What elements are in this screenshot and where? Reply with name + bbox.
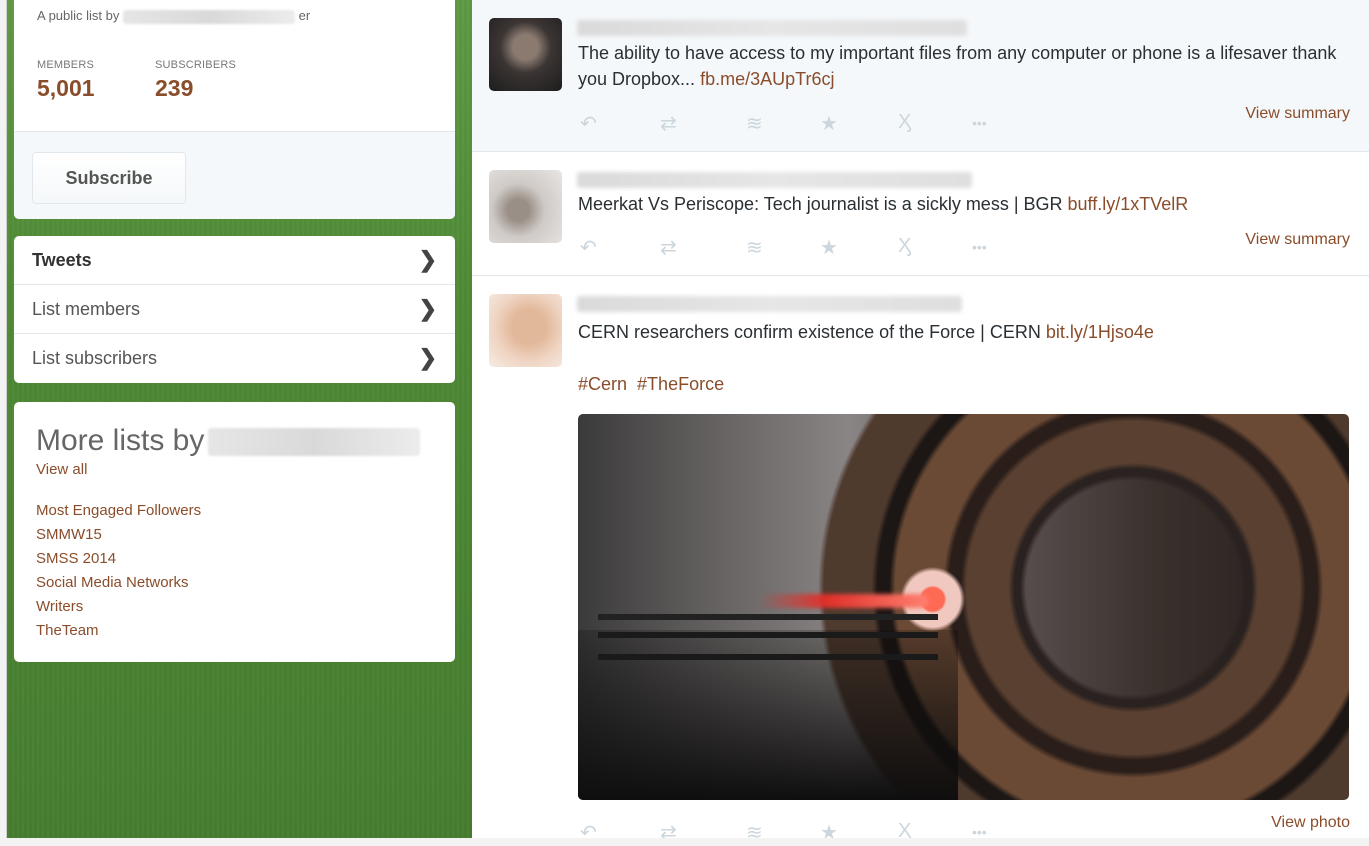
chevron-right-icon: ❯: [418, 345, 437, 370]
nav-item-tweets[interactable]: Tweets ❯: [14, 236, 455, 285]
view-summary-link[interactable]: View summary: [1245, 105, 1350, 123]
hootsuite-icon[interactable]: Ӽ: [898, 235, 911, 258]
hootsuite-icon[interactable]: Ӽ: [898, 111, 911, 134]
nav-item-list-members[interactable]: List members ❯: [14, 285, 455, 334]
more-lists-card: More lists by View all Most Engaged Foll…: [14, 402, 455, 662]
owner-name-redacted: [208, 428, 421, 457]
owner-name-redacted[interactable]: [123, 9, 295, 24]
subscribe-button[interactable]: Subscribe: [32, 152, 186, 204]
avatar[interactable]: [489, 294, 562, 367]
reply-icon[interactable]: ↶: [580, 235, 597, 260]
list-link[interactable]: SMSS 2014: [36, 547, 201, 571]
tweet-timeline: The ability to have access to my importa…: [472, 0, 1369, 844]
avatar[interactable]: [489, 18, 562, 91]
photo-rails-detail: [598, 614, 938, 620]
author-name-redacted[interactable]: [577, 296, 962, 312]
chevron-right-icon: ❯: [418, 247, 437, 272]
tweet-hashtags: #Cern #TheForce: [578, 371, 1358, 397]
hashtag-link[interactable]: #Cern: [578, 374, 627, 394]
nav-item-list-subscribers[interactable]: List subscribers ❯: [14, 334, 455, 383]
hashtag-link[interactable]: #TheForce: [637, 374, 724, 394]
view-photo-link[interactable]: View photo: [1271, 814, 1350, 832]
more-icon[interactable]: •••: [972, 115, 987, 131]
list-byline: A public list by er: [37, 8, 310, 24]
retweet-icon[interactable]: ⇄: [660, 111, 677, 136]
tweet-body: Meerkat Vs Periscope: Tech journalist is…: [578, 194, 1063, 214]
list-link[interactable]: SMMW15: [36, 523, 201, 547]
byline-suffix: er: [298, 8, 311, 23]
buffer-icon[interactable]: ≋: [746, 235, 763, 260]
more-icon[interactable]: •••: [972, 239, 987, 255]
photo-red-beam: [758, 594, 928, 608]
author-name-redacted[interactable]: [577, 20, 967, 36]
list-link[interactable]: Most Engaged Followers: [36, 499, 201, 523]
tweet-text: Meerkat Vs Periscope: Tech journalist is…: [578, 191, 1358, 217]
photo-floor-detail: [578, 630, 958, 800]
more-lists-title: More lists by: [36, 424, 421, 458]
list-link[interactable]: Social Media Networks: [36, 571, 201, 595]
window-frame-bottom: [0, 838, 1369, 846]
members-label: MEMBERS: [37, 59, 95, 71]
nav-item-label: Tweets: [32, 250, 92, 270]
more-lists-list: Most Engaged Followers SMMW15 SMSS 2014 …: [36, 499, 201, 643]
chevron-right-icon: ❯: [418, 296, 437, 321]
tweet-link[interactable]: bit.ly/1Hjso4e: [1046, 322, 1154, 342]
retweet-icon[interactable]: ⇄: [660, 235, 677, 260]
nav-item-label: List members: [32, 299, 141, 319]
avatar[interactable]: [489, 170, 562, 243]
author-name-redacted[interactable]: [577, 172, 972, 188]
subscribers-count: 239: [155, 75, 194, 101]
members-count: 5,001: [37, 75, 95, 101]
tweet-text: CERN researchers confirm existence of th…: [578, 319, 1358, 345]
tweet-link[interactable]: fb.me/3AUpTr6cj: [700, 69, 834, 89]
list-link[interactable]: TheTeam: [36, 619, 201, 643]
tweet-text: The ability to have access to my importa…: [578, 40, 1358, 92]
more-lists-heading: More lists by: [36, 424, 205, 457]
subscribers-label: SUBSCRIBERS: [155, 59, 237, 71]
tweet-link[interactable]: buff.ly/1xTVelR: [1068, 194, 1189, 214]
byline-prefix: A public list by: [37, 8, 120, 23]
tweet-body: The ability to have access to my importa…: [578, 43, 1337, 89]
list-nav: Tweets ❯ List members ❯ List subscribers…: [14, 236, 455, 383]
buffer-icon[interactable]: ≋: [746, 111, 763, 136]
list-actions-bar: Subscribe: [14, 131, 455, 219]
tweet-photo[interactable]: [578, 414, 1349, 800]
subscribers-stat[interactable]: SUBSCRIBERS 239: [155, 59, 236, 102]
tweet-item[interactable]: The ability to have access to my importa…: [472, 0, 1369, 152]
reply-icon[interactable]: ↶: [580, 111, 597, 136]
favorite-icon[interactable]: ★: [820, 235, 838, 260]
favorite-icon[interactable]: ★: [820, 111, 838, 136]
list-link[interactable]: Writers: [36, 595, 201, 619]
members-stat[interactable]: MEMBERS 5,001: [37, 59, 95, 102]
tweet-item[interactable]: Meerkat Vs Periscope: Tech journalist is…: [472, 152, 1369, 276]
view-all-link[interactable]: View all: [36, 461, 87, 478]
tweet-body: CERN researchers confirm existence of th…: [578, 322, 1041, 342]
window-frame-left: [0, 0, 7, 846]
nav-item-label: List subscribers: [32, 348, 158, 368]
view-summary-link[interactable]: View summary: [1245, 231, 1350, 249]
list-info-card: A public list by er MEMBERS 5,001 SUBSCR…: [14, 0, 455, 219]
